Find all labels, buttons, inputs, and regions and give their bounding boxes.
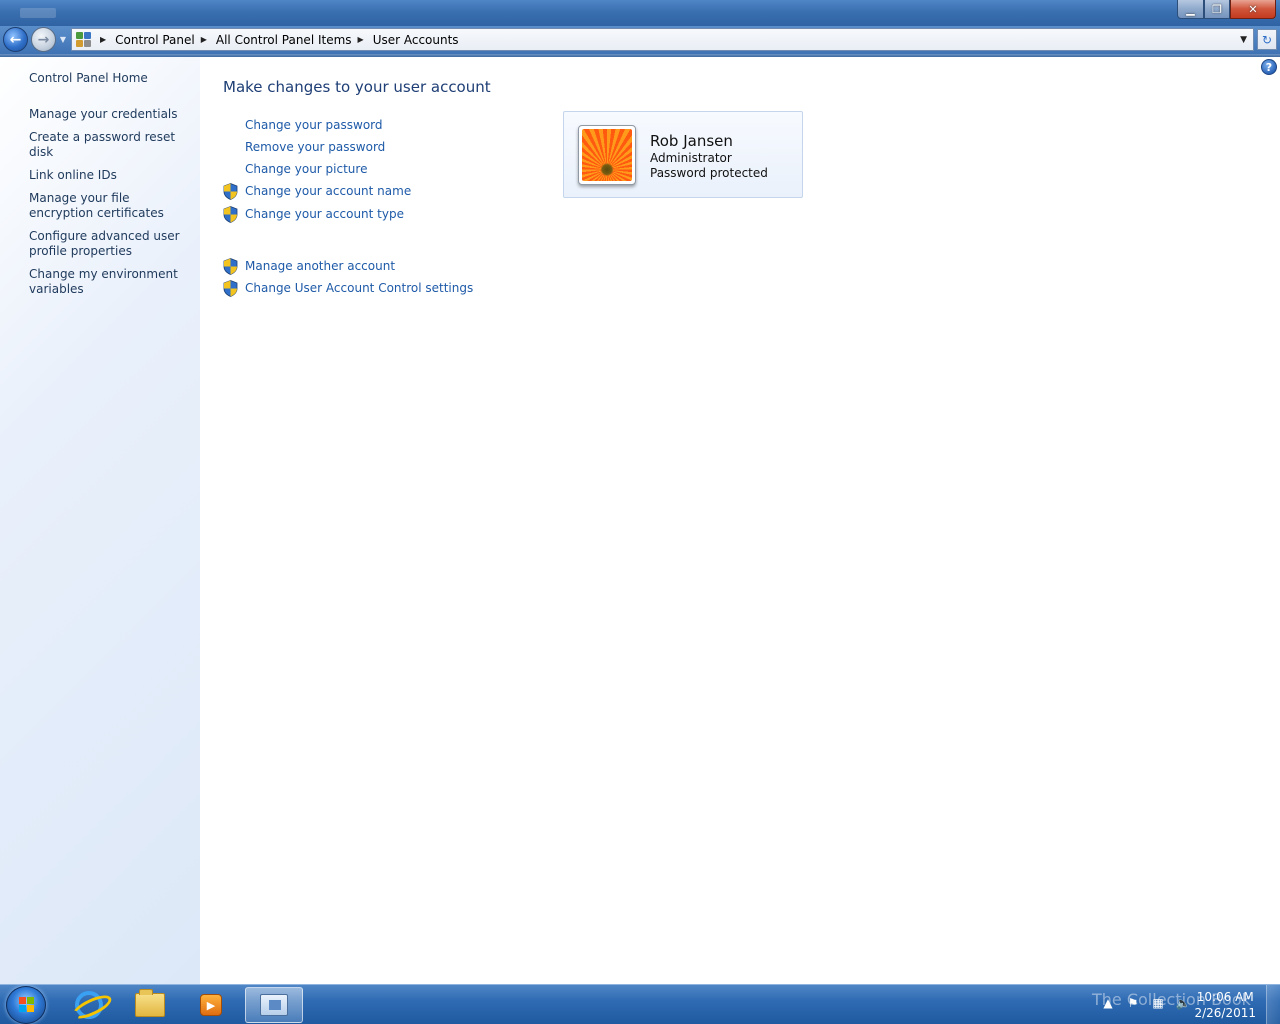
sidebar-task-list: Manage your credentials Create a passwor…	[29, 107, 194, 305]
minimize-button[interactable]: ▁	[1177, 0, 1204, 19]
navigation-bar: ← → ▼ ▶ Control Panel ▶ All Control Pane…	[0, 26, 1280, 54]
minimize-icon: ▁	[1186, 2, 1195, 16]
help-icon[interactable]: ?	[1261, 59, 1277, 75]
windows-start-icon	[19, 997, 35, 1013]
sidebar-item-file-encryption-certificates[interactable]: Manage your file encryption certificates	[29, 191, 194, 221]
breadcrumb-control-panel[interactable]: Control Panel	[115, 33, 195, 47]
breadcrumb-separator-icon[interactable]: ▶	[100, 35, 106, 44]
left-task-pane: Control Panel Home Manage your credentia…	[0, 57, 200, 984]
start-button[interactable]	[6, 986, 46, 1024]
taskbar-internet-explorer[interactable]	[60, 987, 118, 1023]
network-icon[interactable]: ▦	[1150, 995, 1166, 1011]
uac-shield-icon	[223, 258, 238, 275]
back-arrow-icon: ←	[9, 31, 22, 48]
clock-date: 2/26/2011	[1194, 1006, 1256, 1020]
control-panel-home-link[interactable]: Control Panel Home	[29, 71, 148, 85]
clock-time: 10:06 AM	[1196, 990, 1254, 1004]
change-uac-settings-link[interactable]: Change User Account Control settings	[245, 281, 473, 295]
address-bar[interactable]: ▶ Control Panel ▶ All Control Panel Item…	[71, 28, 1254, 51]
uac-shield-icon	[223, 183, 238, 200]
media-player-icon: ▶	[200, 994, 222, 1016]
maximize-button[interactable]: ❐	[1204, 0, 1230, 19]
show-hidden-icons-icon[interactable]: ▲	[1100, 995, 1116, 1011]
breadcrumb-user-accounts[interactable]: User Accounts	[373, 33, 459, 47]
change-picture-link[interactable]: Change your picture	[245, 162, 367, 176]
close-icon: ✕	[1248, 2, 1258, 16]
account-name: Rob Jansen	[650, 132, 733, 150]
change-password-link[interactable]: Change your password	[245, 118, 383, 132]
control-panel-icon	[76, 31, 94, 48]
account-password-status: Password protected	[650, 166, 768, 180]
chevron-down-icon: ▼	[59, 34, 67, 44]
control-panel-taskbar-icon	[260, 994, 288, 1016]
internet-explorer-icon	[75, 991, 103, 1019]
breadcrumb-separator-icon[interactable]: ▶	[201, 35, 207, 44]
forward-arrow-icon: →	[37, 31, 50, 48]
back-button[interactable]: ←	[3, 27, 28, 52]
taskbar-control-panel[interactable]	[245, 987, 303, 1023]
address-dropdown-icon[interactable]: ▼	[1240, 35, 1247, 45]
breadcrumb-separator-icon[interactable]: ▶	[358, 35, 364, 44]
sidebar-item-environment-variables[interactable]: Change my environment variables	[29, 267, 194, 297]
notification-area: ▲ ⚑ ▦ 🔈	[1100, 995, 1191, 1011]
sidebar-item-manage-credentials[interactable]: Manage your credentials	[29, 107, 194, 122]
volume-icon[interactable]: 🔈	[1175, 995, 1191, 1011]
show-desktop-button[interactable]	[1266, 985, 1280, 1024]
page-title: Make changes to your user account	[223, 78, 491, 96]
breadcrumb-all-control-panel-items[interactable]: All Control Panel Items	[216, 33, 352, 47]
forward-button[interactable]: →	[31, 27, 56, 52]
account-type: Administrator	[650, 151, 732, 165]
uac-shield-icon	[223, 206, 238, 223]
remove-password-link[interactable]: Remove your password	[245, 140, 385, 154]
taskbar-windows-explorer[interactable]	[121, 987, 179, 1023]
sidebar-item-advanced-profile-properties[interactable]: Configure advanced user profile properti…	[29, 229, 194, 259]
refresh-button[interactable]: ↻	[1257, 29, 1277, 50]
refresh-icon: ↻	[1261, 32, 1273, 47]
action-center-flag-icon[interactable]: ⚑	[1125, 995, 1141, 1011]
sidebar-item-link-online-ids[interactable]: Link online IDs	[29, 168, 194, 183]
recent-pages-button[interactable]: ▼	[58, 34, 68, 44]
title-bar: ▁ ❐ ✕	[0, 0, 1280, 26]
taskbar: ▶ The Collection Book ▲ ⚑ ▦ 🔈 10:06 AM 2…	[0, 984, 1280, 1024]
close-button[interactable]: ✕	[1230, 0, 1276, 19]
manage-another-account-link[interactable]: Manage another account	[245, 259, 395, 273]
flower-picture-icon	[582, 129, 632, 181]
sidebar-item-password-reset-disk[interactable]: Create a password reset disk	[29, 130, 194, 160]
change-account-name-link[interactable]: Change your account name	[245, 184, 411, 198]
windows-explorer-icon	[135, 989, 165, 1017]
account-card: Rob Jansen Administrator Password protec…	[563, 111, 803, 198]
avatar	[578, 125, 636, 185]
clock[interactable]: 10:06 AM 2/26/2011	[1194, 989, 1256, 1021]
title-bar-glass	[20, 8, 56, 18]
change-account-type-link[interactable]: Change your account type	[245, 207, 404, 221]
caption-buttons: ▁ ❐ ✕	[1177, 0, 1276, 19]
restore-icon: ❐	[1212, 2, 1222, 16]
uac-shield-icon	[223, 280, 238, 297]
main-content: ? Make changes to your user account Chan…	[200, 57, 1280, 984]
taskbar-media-player[interactable]: ▶	[182, 987, 240, 1023]
